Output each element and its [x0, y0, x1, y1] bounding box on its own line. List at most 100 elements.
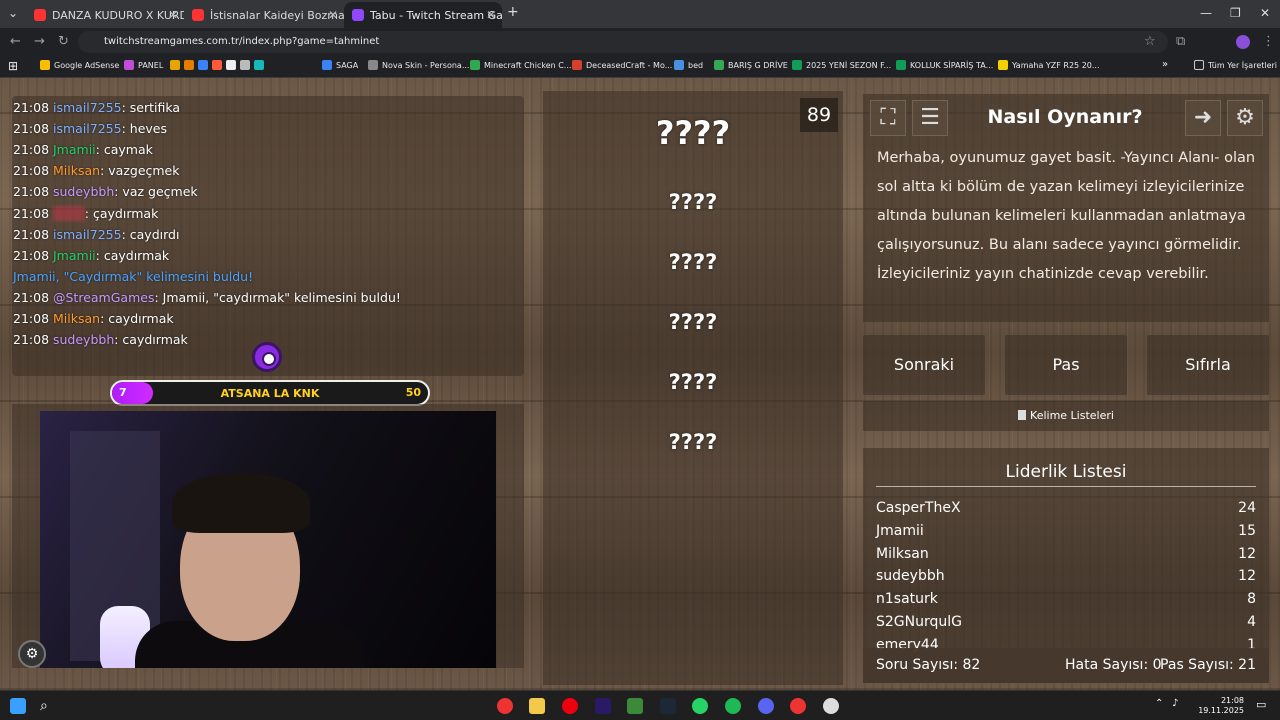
word-lists-button[interactable]: Kelime Listeleri — [863, 401, 1269, 431]
chat-time: 21:08 — [13, 226, 53, 242]
bookmark-6[interactable]: DeceasedCraft - Mo... — [572, 60, 672, 70]
premiere-icon[interactable] — [595, 698, 611, 714]
youtube-icon — [192, 9, 204, 21]
bookmark-8[interactable]: BARIŞ G DRİVE — [714, 60, 788, 70]
forward-icon[interactable]: → — [34, 34, 45, 49]
tray-arrow-icon[interactable]: ⌃ — [1155, 698, 1171, 714]
chat-username[interactable]: sudeybbh — [53, 332, 114, 347]
spotify-icon[interactable] — [725, 698, 741, 714]
chat-username[interactable] — [53, 205, 85, 221]
chat-username[interactable]: sudeybbh — [53, 184, 114, 199]
chat-message: 21:08 Milksan: caydırmak — [13, 311, 174, 326]
apps-icon[interactable]: ⊞ — [8, 59, 18, 73]
chat-username[interactable]: ismail7255 — [53, 100, 122, 115]
explorer-icon[interactable] — [529, 698, 545, 714]
back-icon[interactable]: ← — [10, 34, 21, 49]
menu-icon[interactable]: ⋮ — [1262, 34, 1275, 49]
chat-message: 21:08 Milksan: vazgeçmek — [13, 163, 180, 178]
tab-2[interactable]: İstisnalar Kaideyi Bozmaz - You✕ — [184, 2, 344, 28]
chat-username[interactable]: Jmamii — [53, 248, 96, 263]
app-icon[interactable] — [823, 698, 839, 714]
leaderboard-name: Jmamii — [876, 522, 924, 539]
chat-username[interactable]: Milksan — [53, 163, 100, 178]
bookmark-2[interactable]: PANEL — [124, 60, 163, 70]
reload-icon[interactable]: ↻ — [58, 34, 69, 49]
list-icon — [1018, 410, 1027, 420]
address-bar[interactable]: twitchstreamgames.com.tr/index.php?game=… — [78, 31, 1168, 53]
deceasedcraft-icon — [572, 60, 582, 70]
close-icon[interactable]: ✕ — [168, 8, 178, 22]
chat-system-text: Jmamii, "Caydırmak" kelimesini buldu! — [13, 268, 254, 284]
volume-icon[interactable]: ♪ — [1172, 698, 1188, 714]
bookmark-1[interactable]: Google AdSense — [40, 60, 119, 70]
tab-3[interactable]: Tabu - Twitch Stream Game✕ — [344, 2, 502, 28]
bookmark-4[interactable]: Nova Skin - Persona... — [368, 60, 469, 70]
leaderboard-score: 12 — [1238, 545, 1256, 562]
error-count: Hata Sayısı: 0 — [1065, 657, 1162, 673]
leaderboard-score: 8 — [1247, 591, 1256, 608]
close-icon[interactable]: ✕ — [328, 8, 338, 22]
leaderboard-row: Jmamii 15 — [876, 523, 1256, 539]
tab-2-title: İstisnalar Kaideyi Bozmaz - You — [210, 8, 344, 22]
nova-icon — [368, 60, 378, 70]
site-icon — [352, 9, 364, 21]
chat-text: : sertifika — [121, 100, 181, 115]
reset-button[interactable]: Sıfırla — [1147, 335, 1269, 395]
webcam-feed — [40, 411, 496, 668]
opera-icon[interactable] — [562, 698, 578, 714]
minimize-icon[interactable]: — — [1200, 6, 1212, 20]
new-tab-icon[interactable]: + — [507, 4, 519, 20]
bookmark-3[interactable]: SAGA — [322, 60, 358, 70]
minecraft-icon[interactable] — [627, 698, 643, 714]
more-bookmarks-icon[interactable]: » — [1162, 59, 1168, 70]
search-icon[interactable]: ⌕ — [40, 698, 56, 714]
chat-username[interactable]: ismail7255 — [53, 121, 122, 136]
bookmark-11[interactable]: Yamaha YZF R25 20... — [998, 60, 1100, 70]
notification-icon[interactable]: ▭ — [1256, 698, 1272, 714]
close-icon[interactable]: ✕ — [486, 8, 496, 22]
close-window-icon[interactable]: ✕ — [1260, 6, 1270, 20]
chrome-active-icon[interactable] — [790, 698, 806, 714]
wrench-icon[interactable]: ⚙ — [18, 640, 46, 668]
windows-start-icon[interactable] — [10, 698, 26, 714]
chat-time: 21:08 — [13, 247, 53, 263]
chat-username[interactable]: Milksan — [53, 311, 100, 326]
forbidden-word-3: ???? — [668, 310, 718, 334]
chat-username[interactable]: Jmamii — [53, 142, 96, 157]
next-button[interactable]: Sonraki — [863, 335, 985, 395]
profile-avatar[interactable] — [1236, 35, 1250, 49]
all-bookmarks[interactable]: Tüm Yer İşaretleri — [1194, 60, 1277, 70]
discord-icon[interactable] — [758, 698, 774, 714]
restore-icon[interactable]: ❐ — [1230, 6, 1241, 20]
chat-time: 21:08 — [13, 311, 53, 326]
bookmark-5[interactable]: Minecraft Chicken C... — [470, 60, 571, 70]
clock-date: 19.11.2025 — [1198, 706, 1244, 715]
steam-icon[interactable] — [660, 698, 676, 714]
whatsapp-icon[interactable] — [692, 698, 708, 714]
tab-search-icon[interactable]: ⌄ — [8, 6, 18, 20]
logout-icon[interactable]: ➜ — [1185, 100, 1221, 136]
extensions-icon[interactable]: ⧉ — [1176, 34, 1185, 49]
leaderboard-row: S2GNurqulG 4 — [876, 614, 1256, 630]
chat-username[interactable]: @StreamGames — [53, 290, 154, 305]
taskbar-clock[interactable]: 21:08 19.11.2025 — [1198, 696, 1244, 716]
settings-gear-icon[interactable]: ⚙ — [1227, 100, 1263, 136]
chat-text: : Jmamii, "caydırmak" kelimesini buldu! — [154, 289, 401, 305]
bookmark-7[interactable]: bed — [674, 60, 703, 70]
address-row: ← → ↻ twitchstreamgames.com.tr/index.php… — [0, 28, 1280, 56]
chrome-icon[interactable] — [497, 698, 513, 714]
bookmark-shortcut-icons[interactable] — [170, 60, 264, 70]
chat-text: : çaydırmak — [84, 205, 159, 221]
bookmark-10[interactable]: KOLLUK SİPARİŞ TA... — [896, 60, 993, 70]
pass-button[interactable]: Pas — [1005, 335, 1127, 395]
star-icon[interactable]: ☆ — [1144, 34, 1156, 49]
forbidden-word-4: ???? — [668, 370, 718, 394]
chat-time: 21:08 — [13, 121, 53, 137]
tab-1[interactable]: DANZA KUDURO X KURDİSH /✕ — [26, 2, 184, 28]
bookmark-9[interactable]: 2025 YENİ SEZON F... — [792, 60, 891, 70]
leaderboard-score: 15 — [1238, 522, 1256, 539]
chat-username[interactable]: ismail7255 — [53, 227, 122, 242]
xp-bar: 7 ATSANA LA KNK 50 — [110, 380, 430, 406]
minecraft-icon — [470, 60, 480, 70]
fullscreen-icon[interactable]: ⛶ — [870, 100, 906, 136]
